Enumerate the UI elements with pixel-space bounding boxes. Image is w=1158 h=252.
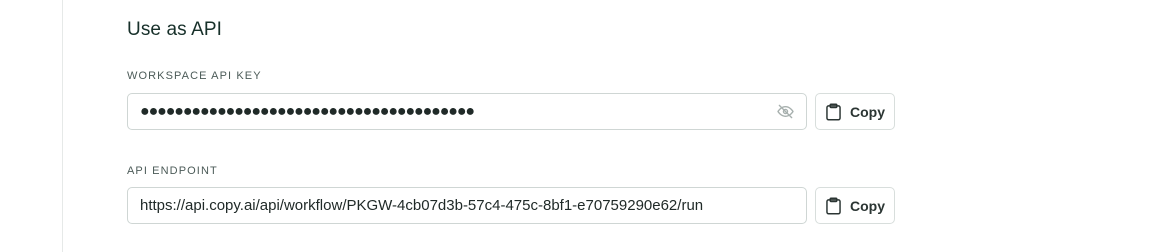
api-endpoint-label: API ENDPOINT bbox=[127, 165, 218, 177]
api-key-masked-value: ●●●●●●●●●●●●●●●●●●●●●●●●●●●●●●●●●●●●●●● bbox=[140, 103, 475, 120]
api-key-label: WORKSPACE API KEY bbox=[127, 70, 262, 82]
clipboard-icon bbox=[825, 102, 843, 121]
api-key-field[interactable]: ●●●●●●●●●●●●●●●●●●●●●●●●●●●●●●●●●●●●●●● bbox=[127, 93, 807, 130]
section-title: Use as API bbox=[127, 19, 222, 40]
copy-label: Copy bbox=[850, 197, 885, 214]
clipboard-icon bbox=[825, 196, 843, 215]
copy-label: Copy bbox=[850, 103, 885, 120]
copy-api-endpoint-button[interactable]: Copy bbox=[815, 187, 895, 224]
copy-api-key-button[interactable]: Copy bbox=[815, 93, 895, 130]
api-settings-panel: Use as API WORKSPACE API KEY ●●●●●●●●●●●… bbox=[0, 0, 1158, 252]
eye-off-icon[interactable] bbox=[776, 103, 794, 121]
sidebar-divider bbox=[62, 0, 63, 252]
api-endpoint-field[interactable]: https://api.copy.ai/api/workflow/PKGW-4c… bbox=[127, 187, 807, 224]
api-endpoint-value: https://api.copy.ai/api/workflow/PKGW-4c… bbox=[140, 197, 704, 214]
